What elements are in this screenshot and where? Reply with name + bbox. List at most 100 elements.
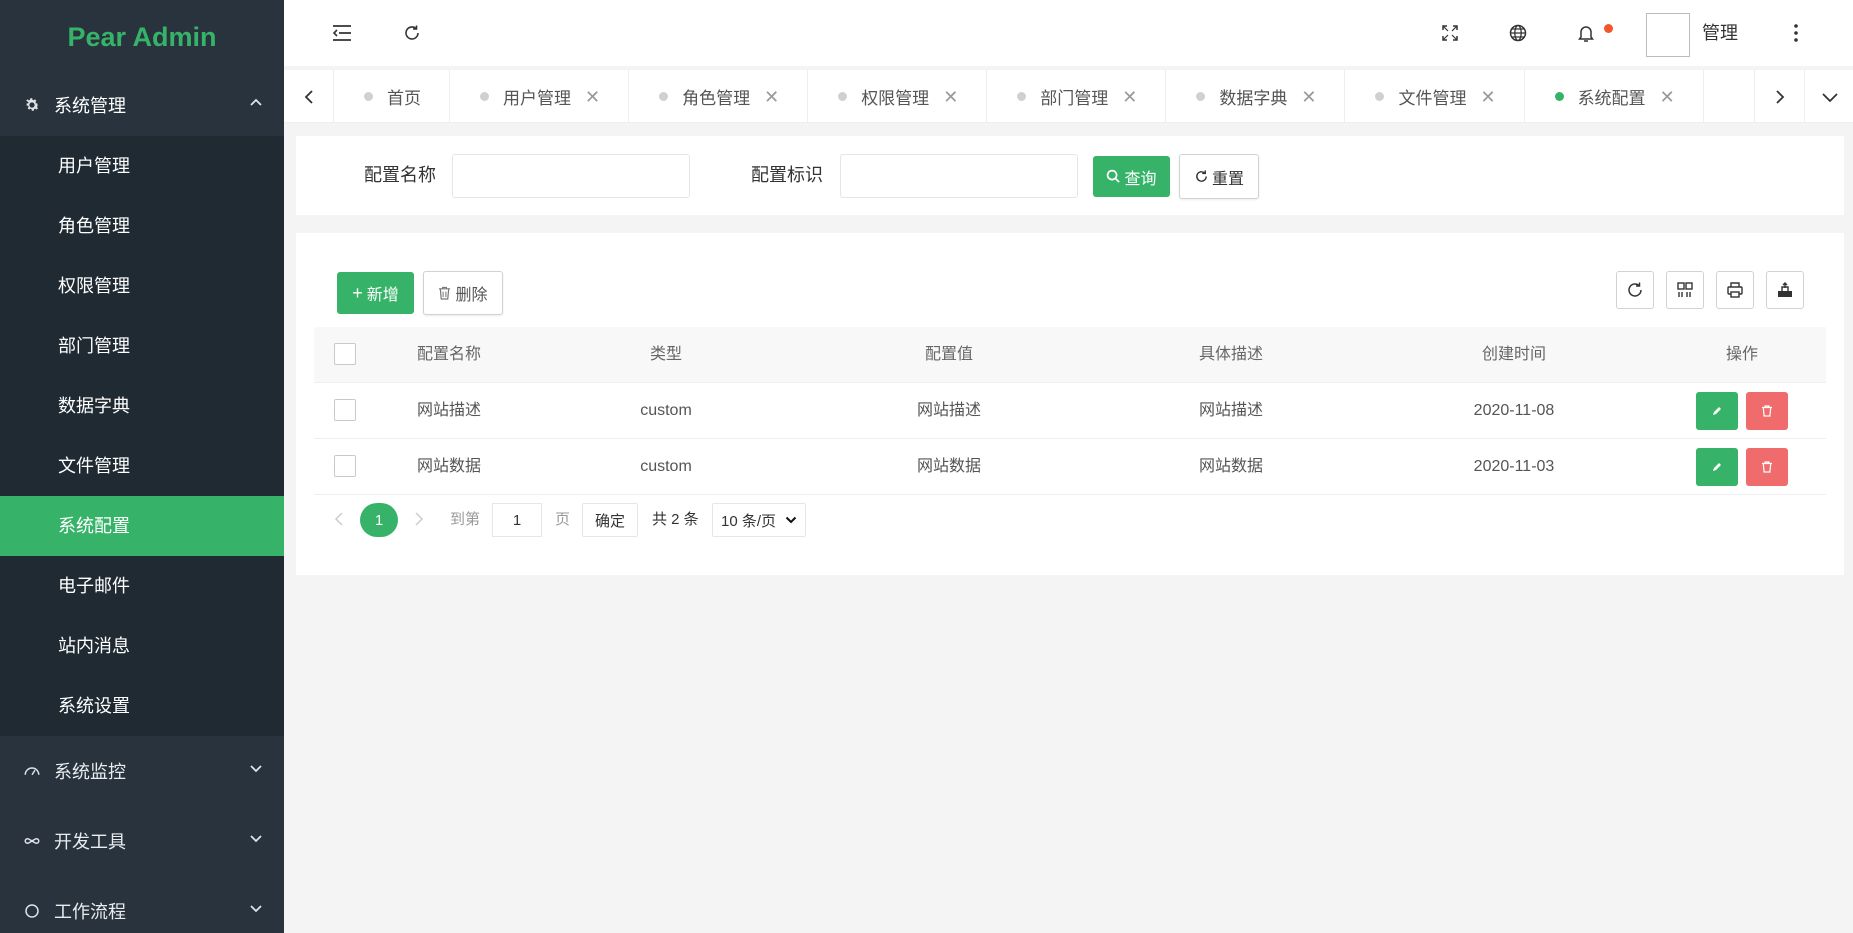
sidebar-group-label: 工作流程	[54, 902, 126, 922]
delete-button-label: 删除	[455, 287, 488, 304]
reset-button[interactable]: 重置	[1179, 154, 1259, 199]
tab-list: 首页 用户管理 ✕ 角色管理 ✕ 权限管理 ✕ 部门管理 ✕ 数据字典 ✕ 文件…	[334, 70, 1704, 123]
tab-label: 部门管理	[1040, 89, 1109, 108]
page-size-select[interactable]: 10 条/页	[712, 503, 806, 537]
goto-label: 到第	[450, 511, 481, 528]
search-icon	[1107, 169, 1121, 183]
edit-button[interactable]	[1696, 448, 1738, 486]
pencil-icon	[1713, 463, 1721, 471]
column-header[interactable]: 配置名称	[417, 327, 481, 383]
goto-confirm-button[interactable]: 确定	[582, 503, 639, 537]
sidebar-group-monitor[interactable]: 系统监控	[0, 736, 284, 806]
tab-files[interactable]: 文件管理 ✕	[1345, 70, 1525, 123]
close-icon[interactable]: ✕	[764, 88, 779, 106]
next-page-icon[interactable]	[414, 511, 424, 531]
query-button[interactable]: 查询	[1093, 156, 1170, 197]
sidebar-group-workflow[interactable]: 工作流程	[0, 876, 284, 933]
delete-row-button[interactable]	[1746, 448, 1788, 486]
cell-description: 网站描述	[1198, 402, 1264, 419]
sidebar-item-messages[interactable]: 站内消息	[0, 616, 284, 676]
config-name-input[interactable]	[452, 154, 690, 198]
gear-icon	[20, 93, 44, 117]
delete-button[interactable]: 删除	[423, 271, 503, 315]
sidebar-item-files[interactable]: 文件管理	[0, 436, 284, 496]
add-button[interactable]: + 新增	[337, 272, 414, 314]
more-vertical-icon[interactable]	[1776, 0, 1816, 66]
tab-system-config[interactable]: 系统配置 ✕	[1525, 70, 1704, 123]
pencil-icon	[1713, 407, 1721, 415]
current-page[interactable]: 1	[360, 503, 398, 537]
tab-permissions[interactable]: 权限管理 ✕	[808, 70, 988, 123]
close-icon[interactable]: ✕	[1301, 88, 1316, 106]
page-suffix: 页	[555, 511, 571, 528]
sidebar-group-system-management[interactable]: 系统管理	[0, 74, 284, 136]
refresh-icon[interactable]	[392, 0, 432, 66]
cell-created-at: 2020-11-03	[1473, 458, 1555, 475]
select-all-checkbox[interactable]	[334, 343, 356, 365]
edit-button[interactable]	[1696, 392, 1738, 430]
tab-label: 系统配置	[1577, 89, 1646, 108]
tab-users[interactable]: 用户管理 ✕	[450, 70, 630, 123]
refresh-icon	[1196, 170, 1207, 182]
sidebar-item-users[interactable]: 用户管理	[0, 136, 284, 196]
tab-departments[interactable]: 部门管理 ✕	[987, 70, 1167, 123]
sidebar-item-system-config[interactable]: 系统配置	[0, 496, 284, 556]
close-icon[interactable]: ✕	[1122, 88, 1137, 106]
prev-page-icon[interactable]	[334, 511, 344, 531]
app-logo[interactable]: Pear Admin	[0, 0, 284, 74]
tab-scroll-left-button[interactable]	[284, 70, 334, 123]
column-header[interactable]: 类型	[650, 327, 682, 383]
fullscreen-icon[interactable]	[1430, 0, 1470, 66]
table-header-row: 配置名称 类型 配置值 具体描述 创建时间 操作	[314, 327, 1826, 383]
chevron-down-icon	[248, 831, 264, 852]
column-filter-button[interactable]	[1666, 271, 1704, 309]
table-refresh-button[interactable]	[1616, 271, 1654, 309]
sidebar-item-departments[interactable]: 部门管理	[0, 316, 284, 376]
print-button[interactable]	[1716, 271, 1754, 309]
menu-collapse-icon[interactable]	[322, 0, 362, 66]
sidebar-item-system-settings[interactable]: 系统设置	[0, 676, 284, 736]
tab-home[interactable]: 首页	[334, 70, 450, 123]
close-icon[interactable]: ✕	[1480, 88, 1495, 106]
dashboard-icon	[20, 759, 44, 783]
cell-type: custom	[640, 458, 692, 475]
sidebar-item-permissions[interactable]: 权限管理	[0, 256, 284, 316]
tab-status-dot	[1375, 92, 1385, 101]
column-header[interactable]: 配置值	[925, 327, 973, 383]
delete-row-button[interactable]	[1746, 392, 1788, 430]
sidebar-group-dev-tools[interactable]: 开发工具	[0, 806, 284, 876]
row-checkbox[interactable]	[334, 455, 356, 477]
close-icon[interactable]: ✕	[1660, 88, 1675, 106]
tab-roles[interactable]: 角色管理 ✕	[629, 70, 809, 123]
total-count: 共 2 条	[652, 511, 699, 528]
cell-config-name: 网站数据	[417, 458, 482, 475]
column-header[interactable]: 具体描述	[1199, 327, 1263, 383]
sidebar-item-roles[interactable]: 角色管理	[0, 196, 284, 256]
cell-type: custom	[640, 402, 692, 419]
tab-dropdown-button[interactable]	[1804, 70, 1853, 123]
printer-icon	[1727, 282, 1743, 298]
tab-status-dot	[480, 92, 489, 101]
page-size-value: 10 条/页	[721, 512, 777, 530]
columns-icon	[1677, 282, 1693, 297]
row-checkbox[interactable]	[334, 399, 356, 421]
avatar[interactable]	[1646, 13, 1690, 57]
tab-bar: 首页 用户管理 ✕ 角色管理 ✕ 权限管理 ✕ 部门管理 ✕ 数据字典 ✕ 文件…	[284, 70, 1853, 123]
bell-icon[interactable]	[1566, 0, 1606, 66]
refresh-icon	[1628, 282, 1642, 297]
goto-page-input[interactable]	[492, 503, 542, 537]
sidebar-group-label: 开发工具	[54, 832, 126, 852]
globe-icon[interactable]	[1498, 0, 1538, 66]
user-name[interactable]: 管理	[1702, 0, 1738, 66]
sidebar-item-email[interactable]: 电子邮件	[0, 556, 284, 616]
column-header[interactable]: 创建时间	[1482, 327, 1546, 383]
plus-icon: +	[352, 283, 363, 303]
config-code-input[interactable]	[840, 154, 1078, 198]
table-row: 网站描述 custom 网站描述 网站描述 2020-11-08	[314, 383, 1826, 439]
sidebar-item-dictionary[interactable]: 数据字典	[0, 376, 284, 436]
tab-dictionary[interactable]: 数据字典 ✕	[1166, 70, 1346, 123]
close-icon[interactable]: ✕	[585, 88, 600, 106]
export-button[interactable]	[1766, 271, 1804, 309]
close-icon[interactable]: ✕	[943, 88, 958, 106]
tab-scroll-right-button[interactable]	[1754, 70, 1804, 123]
